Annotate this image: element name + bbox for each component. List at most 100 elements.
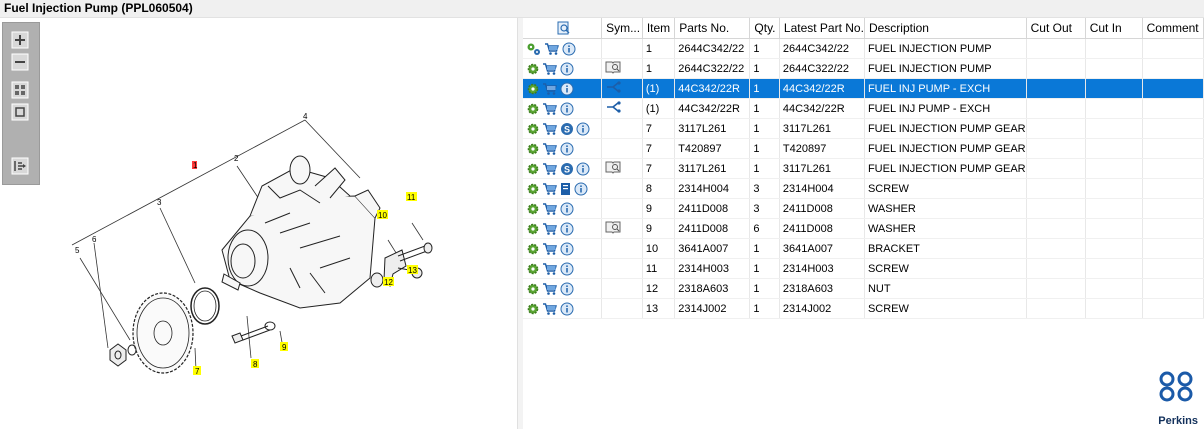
info-icon[interactable] — [560, 302, 576, 315]
callout-7[interactable]: 7 — [195, 367, 200, 376]
info-icon[interactable] — [576, 122, 592, 135]
book-lookup-icon[interactable] — [605, 161, 621, 177]
column-header-latest-part-no[interactable]: Latest Part No. — [779, 18, 865, 39]
column-header-item[interactable]: Item — [642, 18, 676, 39]
info-icon[interactable] — [560, 142, 576, 155]
row-actions — [523, 178, 603, 199]
info-icon[interactable] — [560, 102, 576, 115]
book-lookup-icon[interactable] — [605, 221, 621, 237]
settings-gear-icon[interactable] — [526, 102, 542, 114]
cart-icon[interactable] — [544, 42, 562, 55]
column-header-cut-out[interactable]: Cut Out — [1026, 18, 1086, 39]
settings-gear-icon[interactable] — [526, 222, 542, 234]
cell-cut-out — [1026, 278, 1086, 299]
info-icon[interactable] — [560, 242, 576, 255]
info-icon[interactable] — [560, 62, 576, 75]
column-header-qty[interactable]: Qty. — [749, 18, 780, 39]
callout-9[interactable]: 9 — [282, 343, 287, 352]
cart-icon[interactable] — [542, 162, 560, 175]
table-row[interactable]: 9 2411D008 6 2411D008 WASHER — [523, 218, 1204, 239]
info-icon[interactable] — [560, 282, 576, 295]
supersession-icon[interactable]: S — [560, 122, 576, 135]
column-header-comment[interactable]: Comment — [1142, 18, 1204, 39]
magnify-doc-icon[interactable] — [557, 21, 571, 35]
settings-gear-icon[interactable] — [526, 242, 542, 254]
info-icon[interactable] — [560, 202, 576, 215]
callout-13[interactable]: 13 — [408, 266, 417, 275]
settings-gear-icon[interactable] — [526, 142, 542, 154]
table-row[interactable]: (1) 44C342/22R 1 44C342/22R FUEL INJ PUMP - … — [523, 98, 1204, 119]
diagram-pane[interactable]: 1 2 3 4 5 6 7 8 9 10 11 12 13 — [0, 18, 517, 429]
cell-cut-in — [1085, 258, 1143, 279]
column-header-description[interactable]: Description — [864, 18, 1027, 39]
cart-icon[interactable] — [542, 302, 560, 315]
cart-icon[interactable] — [542, 102, 560, 115]
table-row[interactable]: S 7 3117L261 1 3117L261 FUEL INJECTION PUMP G… — [523, 158, 1204, 179]
settings-gear-icon[interactable] — [526, 182, 542, 194]
callout-10[interactable]: 10 — [378, 211, 387, 220]
table-row[interactable]: 12 2318A603 1 2318A603 NUT — [523, 278, 1204, 299]
cell-description: FUEL INJECTION PUMP GEAR — [864, 118, 1027, 139]
table-row[interactable]: 13 2314J002 1 2314J002 SCREW — [523, 298, 1204, 319]
book-lookup-icon[interactable] — [605, 61, 621, 77]
callout-11[interactable]: 11 — [407, 193, 416, 202]
cart-icon[interactable] — [542, 182, 560, 195]
table-row[interactable]: 7 T420897 1 T420897 FUEL INJECTION PUMP GEAR — [523, 138, 1204, 159]
cart-icon[interactable] — [542, 122, 560, 135]
cart-icon[interactable] — [542, 262, 560, 275]
info-icon[interactable] — [560, 222, 576, 235]
cart-icon[interactable] — [542, 222, 560, 235]
table-row[interactable]: 9 2411D008 3 2411D008 WASHER — [523, 198, 1204, 219]
cell-item: 12 — [642, 278, 676, 299]
cell-comment — [1142, 158, 1204, 179]
callout-1[interactable]: 1 — [193, 161, 198, 170]
row-actions — [523, 58, 603, 79]
settings-gear-icon[interactable] — [526, 302, 542, 314]
branch-icon[interactable] — [605, 81, 623, 97]
cart-icon[interactable] — [542, 242, 560, 255]
table-row[interactable]: S 7 3117L261 1 3117L261 FUEL INJECTION PUMP G… — [523, 118, 1204, 139]
document-icon[interactable] — [560, 182, 574, 195]
supersession-icon[interactable]: S — [560, 162, 576, 175]
callout-8[interactable]: 8 — [253, 360, 258, 369]
cell-comment — [1142, 118, 1204, 139]
column-header-cut-in[interactable]: Cut In — [1085, 18, 1143, 39]
table-row[interactable]: (1) 44C342/22R 1 44C342/22R FUEL INJ PUMP - … — [523, 78, 1204, 99]
cell-cut-in — [1085, 198, 1143, 219]
cell-sym — [601, 198, 643, 219]
settings-gears-icon[interactable] — [526, 42, 544, 55]
cell-item: 1 — [642, 38, 676, 59]
info-icon[interactable] — [576, 162, 592, 175]
branch-icon[interactable] — [605, 101, 623, 117]
settings-gear-icon[interactable] — [526, 62, 542, 74]
column-header-sym[interactable]: Sym... — [601, 18, 643, 39]
settings-gear-icon[interactable] — [526, 262, 542, 274]
settings-gear-icon[interactable] — [526, 82, 542, 94]
callout-12[interactable]: 12 — [384, 278, 393, 287]
info-icon[interactable] — [560, 82, 576, 95]
info-icon[interactable] — [562, 42, 578, 55]
cell-qty: 6 — [749, 218, 780, 239]
cart-icon[interactable] — [542, 202, 560, 215]
cell-description: FUEL INJ PUMP - EXCH — [864, 98, 1027, 119]
table-row[interactable]: 1 2644C322/22 1 2644C322/22 FUEL INJECTION P… — [523, 58, 1204, 79]
settings-gear-icon[interactable] — [526, 162, 542, 174]
cell-cut-out — [1026, 138, 1086, 159]
info-icon[interactable] — [574, 182, 590, 195]
settings-gear-icon[interactable] — [526, 122, 542, 134]
column-header-parts-no[interactable]: Parts No. — [674, 18, 751, 39]
table-row[interactable]: 1 2644C342/22 1 2644C342/22 FUEL INJECTION P… — [523, 38, 1204, 59]
info-icon[interactable] — [560, 262, 576, 275]
settings-gear-icon[interactable] — [526, 202, 542, 214]
table-row[interactable]: 8 2314H004 3 2314H004 SCREW — [523, 178, 1204, 199]
column-header-actions[interactable] — [523, 18, 603, 39]
cart-icon[interactable] — [542, 82, 560, 95]
row-actions — [523, 198, 603, 219]
cart-icon[interactable] — [542, 142, 560, 155]
table-row[interactable]: 10 3641A007 1 3641A007 BRACKET — [523, 238, 1204, 259]
table-row[interactable]: 11 2314H003 1 2314H003 SCREW — [523, 258, 1204, 279]
cell-parts-no: 3641A007 — [674, 238, 751, 259]
cart-icon[interactable] — [542, 62, 560, 75]
cart-icon[interactable] — [542, 282, 560, 295]
settings-gear-icon[interactable] — [526, 282, 542, 294]
